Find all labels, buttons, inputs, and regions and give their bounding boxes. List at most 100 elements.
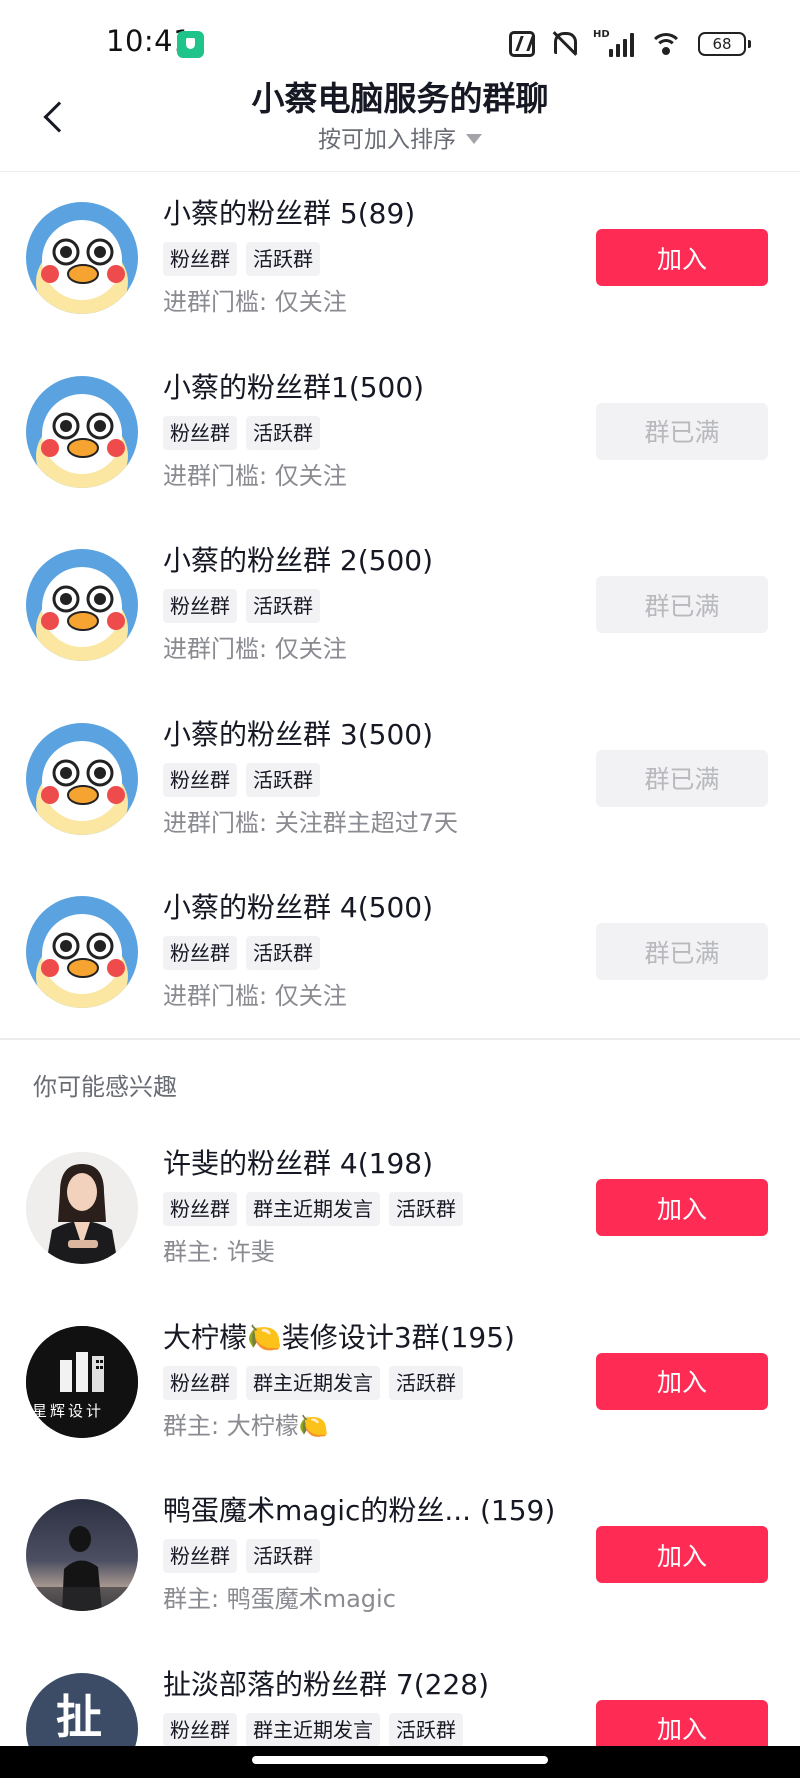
signal-icon: HD: [593, 29, 634, 57]
group-info: 许斐的粉丝群 4(198) 粉丝群 群主近期发言 活跃群 群主: 许斐: [163, 1144, 463, 1269]
entry-threshold: 进群门槛: 关注群主超过7天: [163, 808, 458, 837]
group-name: 小蔡的粉丝群 3(500): [163, 717, 434, 751]
page-title: 小蔡电脑服务的群聊: [251, 79, 549, 118]
group-full-button[interactable]: 群已满: [596, 749, 768, 807]
group-info: 小蔡的粉丝群 5(89) 粉丝群 活跃群 进群门槛: 仅关注: [163, 194, 415, 319]
group-info: 鸭蛋魔术magic的粉丝... (159) 粉丝群 活跃群 群主: 鸭蛋魔术ma…: [163, 1491, 555, 1616]
tag-list: 粉丝群 活跃群: [163, 1539, 555, 1573]
tag: 粉丝群: [163, 1365, 237, 1400]
duck-avatar: [26, 375, 138, 488]
tag-list: 粉丝群 群主近期发言 活跃群: [163, 1712, 489, 1747]
header: 小蔡电脑服务的群聊 按可加入排序: [0, 70, 800, 172]
tag: 活跃群: [389, 1712, 463, 1747]
tag-list: 粉丝群 群主近期发言 活跃群: [163, 1192, 463, 1226]
tag: 粉丝群: [163, 242, 237, 276]
join-button[interactable]: 加入: [596, 1526, 768, 1583]
tag-list: 粉丝群 群主近期发言 活跃群: [163, 1365, 515, 1400]
sort-label: 按可加入排序: [318, 127, 456, 153]
design-logo-avatar: 星辉设计: [26, 1325, 138, 1438]
entry-threshold: 进群门槛: 仅关注: [163, 288, 347, 316]
group-name: 小蔡的粉丝群 4(500): [163, 891, 434, 924]
group-row[interactable]: 小蔡的粉丝群 4(500) 粉丝群 活跃群 进群门槛: 仅关注 群已满: [0, 866, 800, 1040]
tag: 活跃群: [246, 1539, 320, 1573]
group-row[interactable]: 许斐的粉丝群 4(198) 粉丝群 群主近期发言 活跃群 群主: 许斐 加入: [0, 1122, 800, 1296]
group-info: 扯淡部落的粉丝群 7(228) 粉丝群 群主近期发言 活跃群: [163, 1665, 489, 1747]
status-icons: HD 68: [509, 28, 751, 60]
shield-icon: [177, 31, 204, 58]
entry-threshold: 进群门槛: 仅关注: [163, 982, 347, 1010]
tag-list: 粉丝群 活跃群: [163, 936, 433, 970]
group-owner: 群主: 许斐: [163, 1238, 275, 1266]
hd-label: HD: [593, 29, 610, 40]
tag: 粉丝群: [163, 415, 237, 450]
group-full-button[interactable]: 群已满: [596, 923, 768, 980]
group-name: 许斐的粉丝群 4(198): [163, 1147, 434, 1180]
join-button[interactable]: 加入: [596, 229, 768, 286]
group-info: 小蔡的粉丝群1(500) 粉丝群 活跃群 进群门槛: 仅关注: [163, 368, 424, 493]
mute-bell-icon: [551, 30, 577, 58]
nfc-icon: [509, 31, 535, 57]
join-button[interactable]: 加入: [596, 1352, 768, 1410]
duck-avatar: [26, 896, 138, 1008]
tag: 活跃群: [246, 936, 320, 970]
user-avatar: [26, 1152, 138, 1264]
entry-threshold: 进群门槛: 仅关注: [163, 635, 347, 663]
tag: 活跃群: [246, 589, 320, 623]
group-name: 小蔡的粉丝群 5(89): [163, 197, 416, 230]
group-name: 小蔡的粉丝群 2(500): [163, 544, 434, 577]
tag: 粉丝群: [163, 936, 237, 970]
group-info: 大柠檬🍋装修设计3群(195) 粉丝群 群主近期发言 活跃群 群主: 大柠檬🍋: [163, 1318, 515, 1443]
tag: 群主近期发言: [246, 1712, 380, 1747]
caret-down-icon: [466, 133, 482, 144]
tag-list: 粉丝群 活跃群: [163, 762, 458, 797]
group-owner: 群主: 鸭蛋魔术magic: [163, 1585, 396, 1613]
group-row[interactable]: 鸭蛋魔术magic的粉丝... (159) 粉丝群 活跃群 群主: 鸭蛋魔术ma…: [0, 1469, 800, 1643]
tag: 粉丝群: [163, 1192, 237, 1226]
group-info: 小蔡的粉丝群 4(500) 粉丝群 活跃群 进群门槛: 仅关注: [163, 888, 433, 1013]
tag: 活跃群: [246, 415, 320, 450]
tag-list: 粉丝群 活跃群: [163, 415, 424, 450]
tag: 活跃群: [246, 762, 320, 797]
tag: 活跃群: [389, 1192, 463, 1226]
suggested-group-list: 许斐的粉丝群 4(198) 粉丝群 群主近期发言 活跃群 群主: 许斐 加入 星…: [0, 1122, 800, 1778]
group-info: 小蔡的粉丝群 2(500) 粉丝群 活跃群 进群门槛: 仅关注: [163, 541, 433, 666]
group-row[interactable]: 小蔡的粉丝群 5(89) 粉丝群 活跃群 进群门槛: 仅关注 加入: [0, 172, 800, 346]
group-name: 鸭蛋魔术magic的粉丝... (159): [163, 1494, 556, 1527]
my-group-list: 小蔡的粉丝群 5(89) 粉丝群 活跃群 进群门槛: 仅关注 加入 小蔡的粉丝群…: [0, 172, 800, 1040]
duck-avatar: [26, 202, 138, 314]
group-owner: 群主: 大柠檬🍋: [163, 1411, 329, 1440]
group-name: 小蔡的粉丝群1(500): [163, 370, 425, 404]
group-row[interactable]: 小蔡的粉丝群1(500) 粉丝群 活跃群 进群门槛: 仅关注 群已满: [0, 346, 800, 520]
group-row[interactable]: 小蔡的粉丝群 3(500) 粉丝群 活跃群 进群门槛: 关注群主超过7天 群已满: [0, 693, 800, 867]
duck-avatar: [26, 549, 138, 661]
group-name: 大柠檬🍋装修设计3群(195): [163, 1320, 515, 1354]
section-title: 你可能感兴趣: [33, 1073, 177, 1101]
entry-threshold: 进群门槛: 仅关注: [163, 461, 347, 490]
avatar-logo-text: 扯: [56, 1689, 102, 1744]
tag: 粉丝群: [163, 1712, 237, 1747]
tag: 粉丝群: [163, 762, 237, 797]
group-name: 扯淡部落的粉丝群 7(228): [163, 1667, 490, 1701]
tag: 群主近期发言: [246, 1365, 380, 1400]
wifi-icon: [650, 31, 682, 57]
tag-list: 粉丝群 活跃群: [163, 242, 415, 276]
join-button[interactable]: 加入: [596, 1179, 768, 1236]
tag: 粉丝群: [163, 1539, 237, 1573]
group-full-button[interactable]: 群已满: [596, 576, 768, 633]
tag: 活跃群: [246, 242, 320, 276]
tag-list: 粉丝群 活跃群: [163, 589, 433, 623]
avatar-logo-text: 星辉设计: [32, 1401, 105, 1420]
battery-icon: 68: [698, 32, 751, 56]
silhouette-avatar: [26, 1499, 138, 1611]
group-full-button[interactable]: 群已满: [596, 402, 768, 460]
group-info: 小蔡的粉丝群 3(500) 粉丝群 活跃群 进群门槛: 关注群主超过7天: [163, 715, 458, 840]
sort-dropdown[interactable]: 按可加入排序: [0, 120, 800, 154]
section-divider: [0, 1038, 800, 1040]
duck-avatar: [26, 722, 138, 835]
tag: 群主近期发言: [246, 1192, 380, 1226]
home-indicator[interactable]: [252, 1756, 548, 1764]
group-row[interactable]: 小蔡的粉丝群 2(500) 粉丝群 活跃群 进群门槛: 仅关注 群已满: [0, 519, 800, 693]
group-row[interactable]: 星辉设计 大柠檬🍋装修设计3群(195) 粉丝群 群主近期发言 活跃群 群主: …: [0, 1296, 800, 1470]
tag: 活跃群: [389, 1365, 463, 1400]
tag: 粉丝群: [163, 589, 237, 623]
